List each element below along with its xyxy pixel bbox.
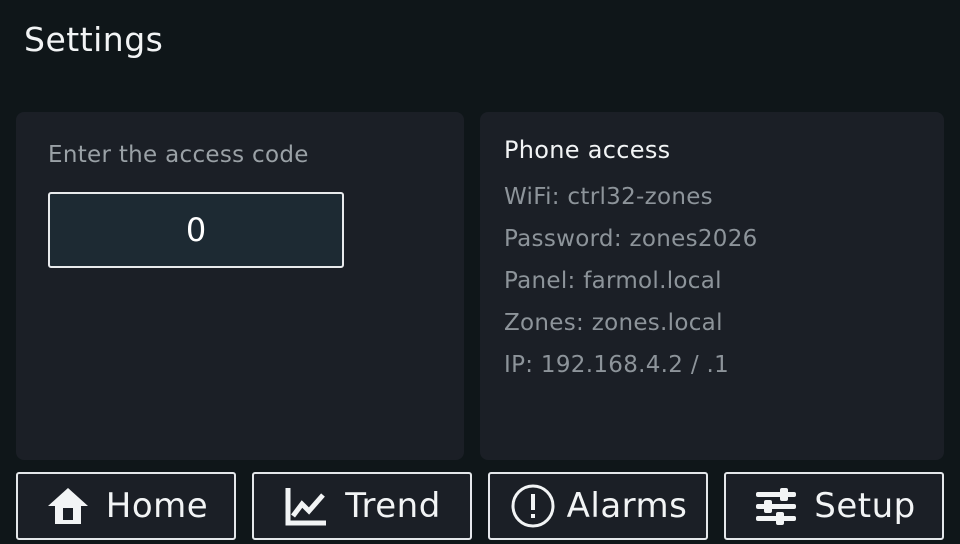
trend-button-label: Trend — [345, 486, 441, 526]
password-info: Password: zones2026 — [504, 226, 758, 252]
panel-info: Panel: farmol.local — [504, 268, 722, 294]
ip-info: IP: 192.168.4.2 / .1 — [504, 352, 730, 378]
phone-access-panel: Phone access WiFi: ctrl32-zones Password… — [480, 112, 944, 460]
trend-button[interactable]: Trend — [252, 472, 472, 540]
phone-access-title: Phone access — [504, 136, 671, 164]
setup-button[interactable]: Setup — [724, 472, 944, 540]
home-button-label: Home — [105, 486, 209, 526]
access-code-label: Enter the access code — [48, 142, 309, 168]
alert-icon — [509, 482, 557, 530]
sliders-icon — [752, 484, 800, 528]
access-code-input[interactable]: 0 — [48, 192, 344, 268]
alarms-button[interactable]: Alarms — [488, 472, 708, 540]
setup-button-label: Setup — [814, 486, 916, 526]
alarms-button-label: Alarms — [566, 486, 688, 526]
page-title: Settings — [24, 20, 164, 59]
home-button[interactable]: Home — [16, 472, 236, 540]
home-icon — [44, 484, 92, 528]
access-code-panel: Enter the access code 0 — [16, 112, 464, 460]
wifi-info: WiFi: ctrl32-zones — [504, 184, 713, 210]
zones-info: Zones: zones.local — [504, 310, 723, 336]
trend-icon — [283, 484, 331, 528]
